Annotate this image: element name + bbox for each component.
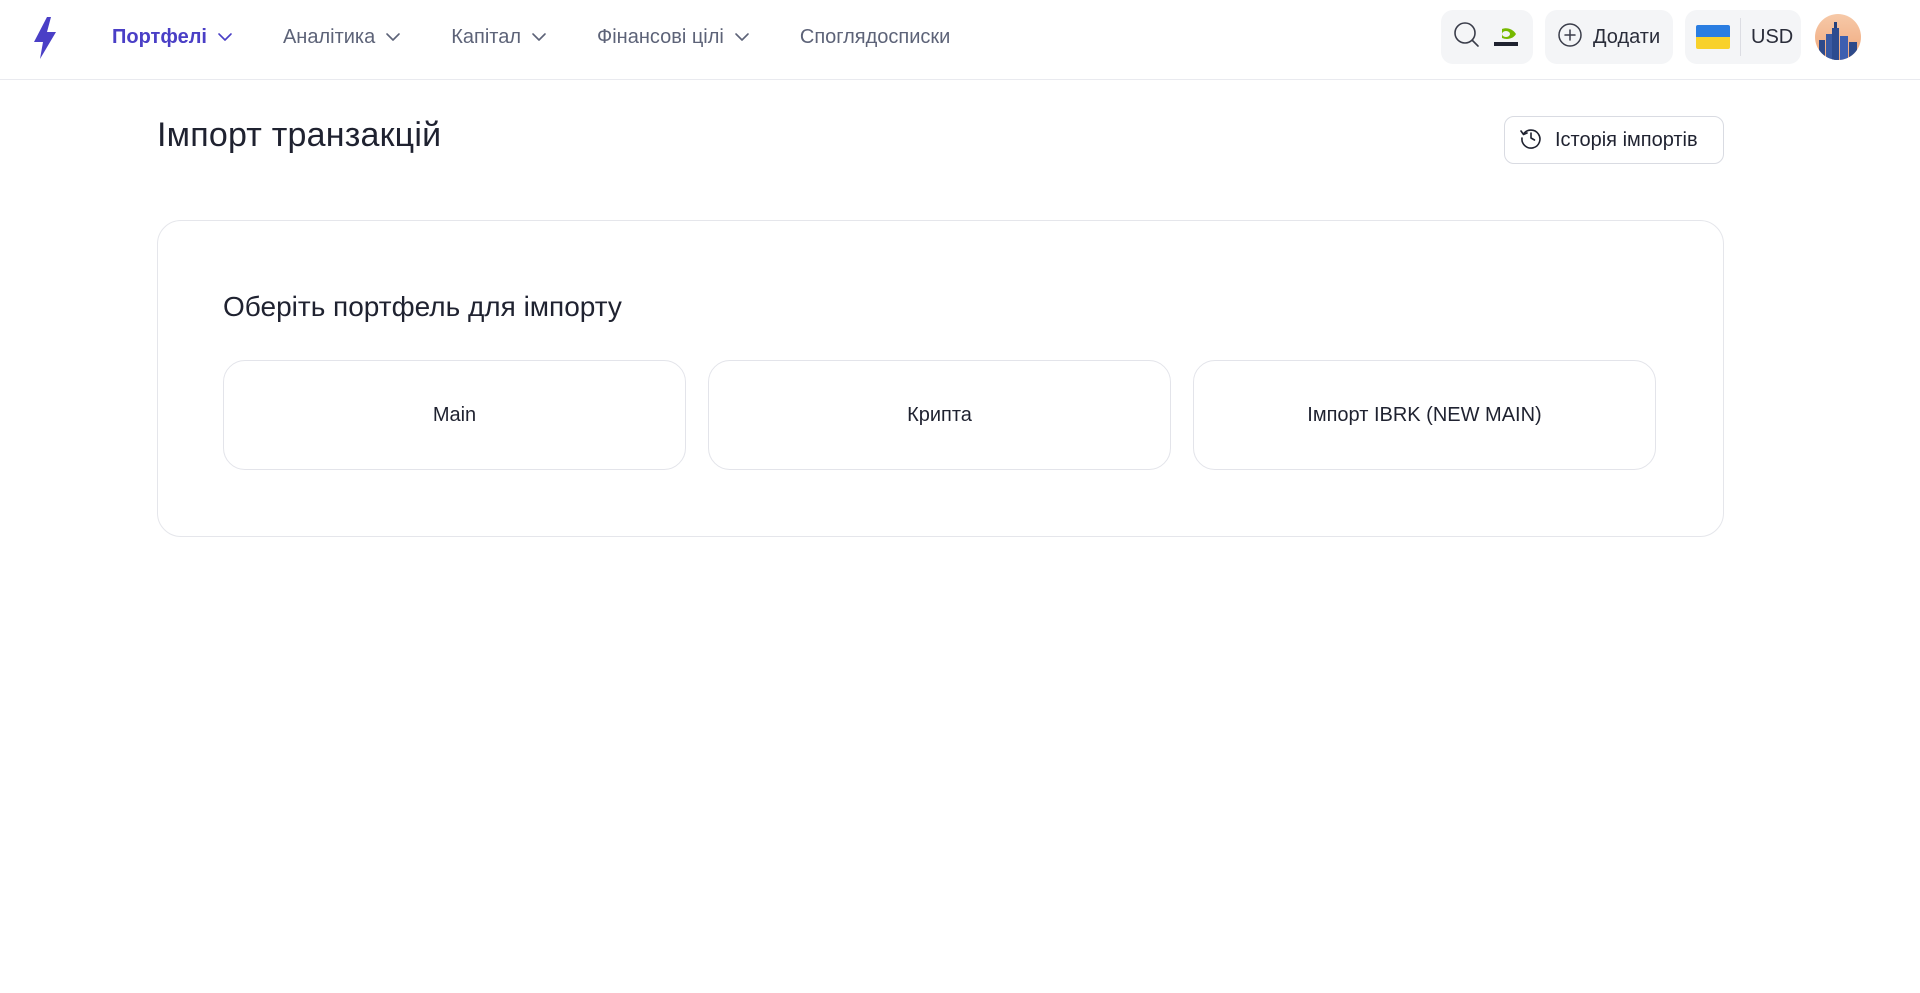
nav-item-watchlists[interactable]: Споглядосписки <box>800 26 950 49</box>
currency-label: USD <box>1751 25 1794 48</box>
nav-item-label: Портфелі <box>112 25 207 48</box>
search-button[interactable] <box>1441 10 1533 64</box>
nav-item-label: Капітал <box>451 25 522 48</box>
chevron-down-icon <box>217 29 233 45</box>
chevron-down-icon <box>531 29 547 45</box>
currency-selector[interactable]: USD <box>1685 10 1801 64</box>
portfolio-option-ibrk[interactable]: Імпорт IBRK (NEW MAIN) <box>1193 360 1656 470</box>
page-title: Імпорт транзакцій <box>157 116 442 154</box>
nav-item-financial-goals[interactable]: Фінансові цілі <box>597 26 750 49</box>
divider <box>1740 18 1741 56</box>
portfolio-option-main[interactable]: Main <box>223 360 686 470</box>
add-button[interactable]: Додати <box>1545 10 1673 64</box>
ukraine-flag-icon <box>1696 25 1730 49</box>
portfolio-option-crypto[interactable]: Крипта <box>708 360 1171 470</box>
main-nav: Портфелі Аналітика Капітал Фінансові ціл… <box>112 0 1000 74</box>
portfolio-option-label: Імпорт IBRK (NEW MAIN) <box>1307 403 1542 426</box>
chevron-down-icon <box>385 29 401 45</box>
add-button-label: Додати <box>1593 25 1661 48</box>
nav-item-label: Аналітика <box>282 25 376 48</box>
portfolio-option-label: Main <box>432 403 477 426</box>
plus-circle-icon <box>1557 22 1583 53</box>
top-navbar: Портфелі Аналітика Капітал Фінансові ціл… <box>0 0 1920 80</box>
import-history-button[interactable]: Історія імпортів <box>1504 116 1724 164</box>
app-logo-bolt-icon[interactable] <box>30 16 60 60</box>
user-avatar[interactable] <box>1815 14 1861 60</box>
nvidia-logo-icon <box>1493 26 1519 48</box>
chevron-down-icon <box>734 29 750 45</box>
card-title: Оберіть портфель для імпорту <box>223 291 622 322</box>
nav-item-portfolios[interactable]: Портфелі <box>112 26 233 49</box>
import-history-label: Історія імпортів <box>1555 128 1698 151</box>
nav-item-capital[interactable]: Капітал <box>451 26 547 49</box>
search-icon <box>1453 21 1481 54</box>
history-clock-icon <box>1519 126 1543 155</box>
portfolio-option-label: Крипта <box>907 403 972 426</box>
import-portfolio-card: Оберіть портфель для імпорту Main Крипта… <box>157 220 1724 537</box>
nav-item-label: Споглядосписки <box>799 25 951 48</box>
nav-item-label: Фінансові цілі <box>597 25 724 48</box>
nav-item-analytics[interactable]: Аналітика <box>283 26 401 49</box>
